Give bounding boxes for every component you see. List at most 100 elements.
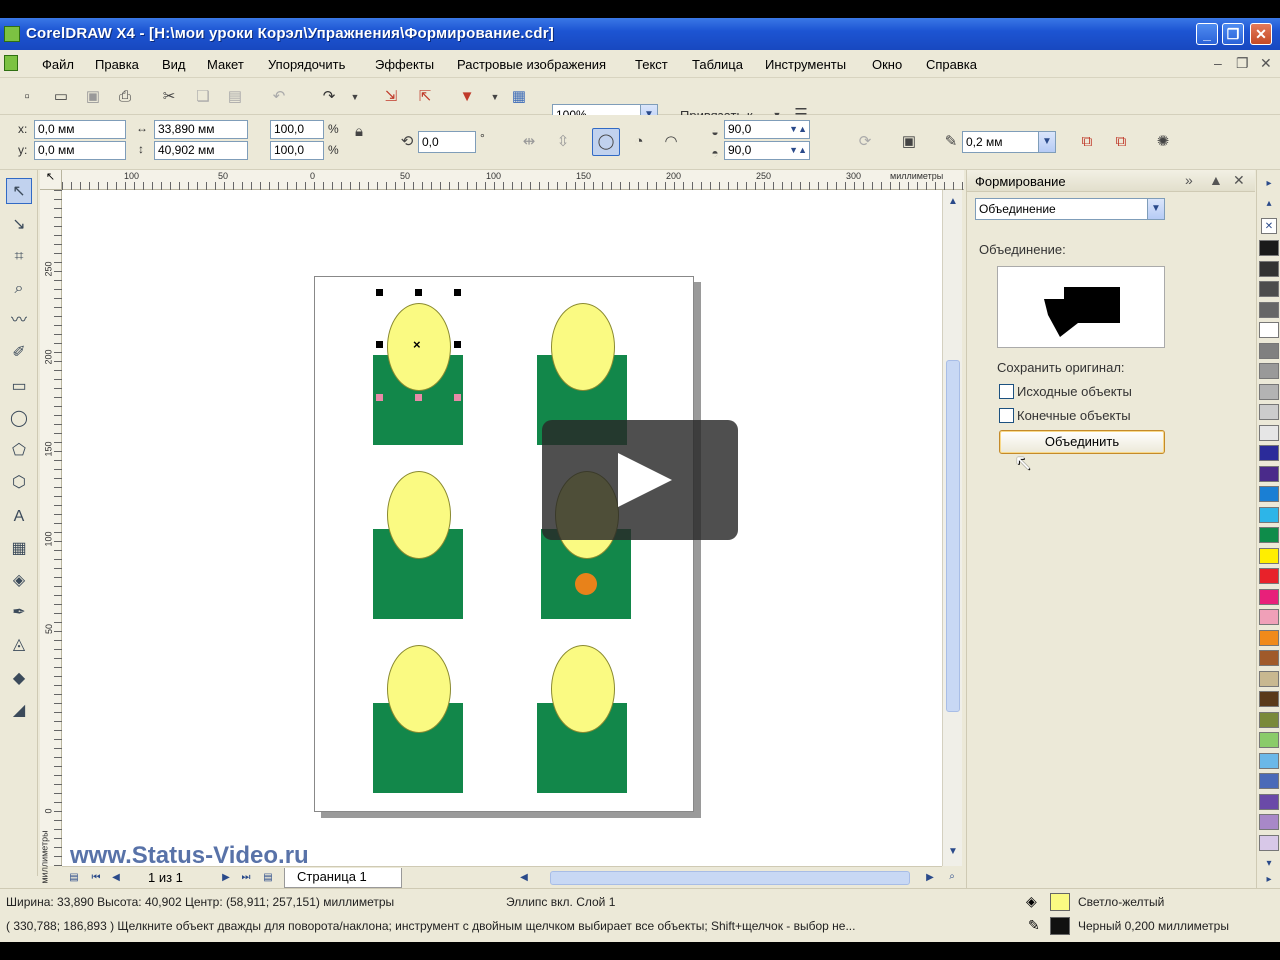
horizontal-scroll-thumb[interactable] <box>550 871 910 885</box>
color-swatch[interactable] <box>1259 547 1279 564</box>
next-page-icon[interactable]: ▶ <box>218 870 234 886</box>
interactive-blend-tool-icon[interactable]: ◈ <box>6 568 32 594</box>
color-swatch[interactable] <box>1259 363 1279 379</box>
yellow-ellipse[interactable] <box>387 471 451 559</box>
text-tool-icon[interactable]: A <box>6 504 32 530</box>
palette-scroll-down-icon[interactable]: ▾ <box>1261 856 1277 872</box>
color-swatch[interactable] <box>1259 383 1279 400</box>
selection-handle[interactable] <box>376 341 383 348</box>
vertical-scroll-thumb[interactable] <box>946 360 960 712</box>
color-swatch[interactable] <box>1259 445 1279 461</box>
color-swatch[interactable] <box>1259 424 1279 441</box>
ruler-corner[interactable]: ↖ <box>40 170 62 190</box>
color-swatch[interactable] <box>1259 773 1279 789</box>
color-swatch[interactable] <box>1259 732 1279 748</box>
scale-x-field[interactable]: 100,0 <box>270 120 324 139</box>
palette-expand-icon[interactable]: ▸ <box>1261 872 1277 888</box>
close-button[interactable]: ✕ <box>1250 23 1272 45</box>
ellipse-tool-icon[interactable]: ◯ <box>6 406 32 432</box>
color-swatch[interactable] <box>1259 527 1279 543</box>
selection-handle[interactable] <box>454 341 461 348</box>
target-objects-checkbox[interactable] <box>999 408 1014 423</box>
menu-view[interactable]: Вид <box>162 57 186 72</box>
selection-handle[interactable] <box>376 289 383 296</box>
paste-icon[interactable]: ▤ <box>224 86 246 108</box>
menu-help[interactable]: Справка <box>926 57 977 72</box>
scroll-right-icon[interactable]: ▶ <box>922 870 938 886</box>
color-swatch[interactable] <box>1259 342 1279 359</box>
spinner-icon[interactable]: ▼▲ <box>789 121 807 138</box>
node-handle[interactable] <box>454 394 461 401</box>
redo-dropdown-icon[interactable]: ▼ <box>344 86 366 108</box>
wrap-text-icon[interactable]: ▣ <box>898 131 920 153</box>
rectangle-tool-icon[interactable]: ▭ <box>6 374 32 400</box>
add-page-icon[interactable]: ▤ <box>260 870 276 886</box>
convert-to-curves-icon[interactable]: ✺ <box>1152 131 1174 153</box>
cut-icon[interactable]: ✂ <box>158 86 180 108</box>
vertical-ruler[interactable]: 250 200 150 100 50 0 миллиметры <box>40 190 62 884</box>
application-launcher-icon[interactable]: ▼ <box>456 86 478 108</box>
color-swatch[interactable] <box>1259 465 1279 482</box>
color-swatch[interactable] <box>1259 670 1279 687</box>
page-setup-icon[interactable]: ▤ <box>66 870 82 886</box>
scroll-up-icon[interactable]: ▲ <box>945 194 961 210</box>
first-page-icon[interactable]: ⏮ <box>88 870 104 886</box>
scroll-down-icon[interactable]: ▼ <box>945 844 961 860</box>
source-objects-checkbox[interactable] <box>999 384 1014 399</box>
close-icon[interactable]: ✕ <box>1233 172 1245 189</box>
yellow-ellipse[interactable] <box>551 303 615 391</box>
drawing-canvas[interactable]: × www.Status-Video.ru <box>62 190 942 866</box>
arc-mode-icon[interactable]: ◠ <box>660 131 682 153</box>
outline-tool-icon[interactable]: ◬ <box>6 632 32 658</box>
y-position-field[interactable]: 0,0 мм <box>34 141 126 160</box>
restore-button[interactable]: ❐ <box>1222 23 1244 45</box>
mdi-close-button[interactable]: ✕ <box>1260 55 1272 72</box>
node-handle[interactable] <box>415 394 422 401</box>
color-swatch[interactable] <box>1259 506 1279 523</box>
color-swatch[interactable] <box>1259 281 1279 297</box>
horizontal-ruler[interactable]: 100 50 0 50 100 150 200 250 300 миллимет… <box>62 170 964 190</box>
collapse-icon[interactable]: ▲ <box>1209 172 1223 188</box>
color-swatch[interactable] <box>1259 793 1279 810</box>
shaping-mode-select[interactable]: Объединение ▼ <box>975 198 1165 220</box>
x-position-field[interactable]: 0,0 мм <box>34 120 126 139</box>
color-swatch[interactable] <box>1259 691 1279 707</box>
eyedropper-tool-icon[interactable]: ✒ <box>6 600 32 626</box>
spinner-icon[interactable]: ▼▲ <box>789 142 807 159</box>
video-play-button[interactable] <box>542 420 738 540</box>
previous-page-icon[interactable]: ◀ <box>108 870 124 886</box>
new-document-icon[interactable]: ▫ <box>16 86 38 108</box>
fill-tool-icon[interactable]: ◆ <box>6 666 32 692</box>
lock-ratio-icon[interactable]: 🔒︎ <box>348 121 370 143</box>
ellipse-mode-icon[interactable]: ◯ <box>592 128 620 156</box>
redo-icon[interactable]: ↷ <box>318 86 340 108</box>
to-front-icon[interactable]: ⧉ <box>1076 131 1098 153</box>
open-folder-icon[interactable]: ▭ <box>50 86 72 108</box>
import-icon[interactable]: ⇲ <box>380 86 402 108</box>
direction-icon[interactable]: ⟳ <box>854 131 876 153</box>
color-swatch[interactable] <box>1259 711 1279 728</box>
menu-layout[interactable]: Макет <box>207 57 244 72</box>
menu-effects[interactable]: Эффекты <box>375 57 434 72</box>
menu-file[interactable]: Файл <box>42 57 74 72</box>
to-back-icon[interactable]: ⧉ <box>1110 131 1132 153</box>
menu-text[interactable]: Текст <box>635 57 668 72</box>
color-swatch[interactable] <box>1259 568 1279 584</box>
menu-arrange[interactable]: Упорядочить <box>268 57 345 72</box>
no-color-icon[interactable]: ✕ <box>1261 218 1277 234</box>
interactive-fill-tool-icon[interactable]: ◢ <box>6 698 32 724</box>
coreldraw-app-icon[interactable] <box>4 26 20 42</box>
target-objects-label[interactable]: Конечные объекты <box>1017 408 1131 423</box>
document-icon[interactable] <box>4 55 18 71</box>
end-angle-field[interactable]: 90,0 ▼▲ <box>724 141 810 160</box>
expand-icon[interactable]: » <box>1185 172 1193 188</box>
minimize-button[interactable]: _ <box>1196 23 1218 45</box>
start-angle-field[interactable]: 90,0 ▼▲ <box>724 120 810 139</box>
chevron-down-icon[interactable]: ▼ <box>1038 132 1055 152</box>
navigator-icon[interactable]: ⌕ <box>944 869 960 885</box>
palette-menu-icon[interactable]: ▴ <box>1261 196 1277 212</box>
color-swatch[interactable] <box>1259 260 1279 277</box>
mirror-horizontal-icon[interactable]: ⇹ <box>518 131 540 153</box>
center-mark-icon[interactable]: × <box>413 337 421 352</box>
export-icon[interactable]: ⇱ <box>414 86 436 108</box>
